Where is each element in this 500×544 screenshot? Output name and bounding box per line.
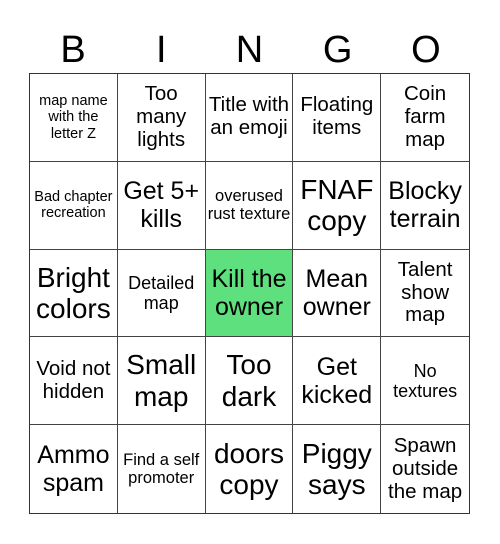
bingo-cell[interactable]: map name with the letter Z [30, 74, 118, 162]
bingo-cell[interactable]: Bright colors [30, 249, 118, 338]
bingo-cell[interactable]: Floating items [293, 74, 382, 162]
bingo-header: B I N G O [29, 28, 470, 72]
bingo-cell[interactable]: Find a self promoter [118, 425, 206, 513]
bingo-cell[interactable]: Get 5+ kills [117, 161, 206, 250]
bingo-cell[interactable]: Get kicked [293, 337, 382, 426]
bingo-cell[interactable]: Small map [117, 337, 206, 426]
header-letter-g: G [322, 29, 353, 71]
bingo-cell-marked[interactable]: Kill the owner [205, 249, 294, 338]
cell-text: Spawn outside the map [388, 433, 463, 503]
cell-text: Get 5+ kills [123, 177, 200, 234]
header-letter-i: I [156, 29, 167, 71]
cell-text: Too dark [221, 349, 277, 412]
bingo-cell[interactable]: Ammo spam [30, 425, 118, 513]
header-letter-n: N [235, 29, 264, 71]
bingo-cell[interactable]: Bad chapter recreation [30, 161, 118, 250]
cell-text: FNAF copy [300, 173, 374, 237]
cell-text: Bright colors [36, 261, 111, 324]
cell-text: Mean owner [302, 264, 371, 321]
bingo-cell[interactable]: Too dark [205, 337, 294, 426]
cell-text: doors copy [213, 437, 285, 501]
cell-text: map name with the letter Z [39, 93, 108, 142]
bingo-cell[interactable]: Void not hidden [30, 337, 118, 426]
bingo-cell[interactable]: FNAF copy [293, 161, 382, 250]
cell-text: Blocky terrain [388, 177, 462, 234]
cell-text: Coin farm map [404, 81, 447, 151]
cell-text: Detailed map [128, 272, 195, 313]
bingo-cell[interactable]: Title with an emoji [205, 74, 294, 162]
cell-text: Find a self promoter [123, 450, 200, 488]
bingo-cell[interactable]: doors copy [206, 425, 294, 513]
cell-text: overused rust texture [207, 186, 291, 224]
cell-text: Floating items [300, 93, 374, 140]
cell-text: Too many lights [136, 81, 187, 151]
bingo-cell[interactable]: Spawn outside the map [381, 425, 469, 513]
bingo-cell[interactable]: Piggy says [293, 425, 382, 513]
bingo-cell[interactable]: Too many lights [117, 74, 206, 162]
bingo-cell[interactable]: No textures [381, 337, 469, 426]
cell-text: Void not hidden [36, 356, 111, 403]
cell-text: Piggy says [301, 437, 372, 501]
cell-text: Kill the owner [211, 264, 287, 321]
header-letter-b: B [60, 29, 86, 71]
bingo-cell[interactable]: Detailed map [117, 249, 206, 338]
bingo-cell[interactable]: Coin farm map [381, 74, 469, 162]
cell-text: No textures [393, 360, 458, 401]
cell-text: Bad chapter recreation [34, 188, 113, 222]
cell-text: Ammo spam [37, 441, 110, 498]
bingo-cell[interactable]: overused rust texture [205, 161, 294, 250]
cell-text: Talent show map [397, 257, 453, 327]
bingo-cell[interactable]: Mean owner [293, 249, 382, 338]
cell-text: Get kicked [301, 352, 373, 409]
bingo-cell[interactable]: Talent show map [381, 250, 469, 338]
bingo-cell[interactable]: Blocky terrain [381, 162, 469, 250]
header-letter-o: O [411, 29, 441, 71]
cell-text: Small map [126, 349, 197, 412]
bingo-grid: map name with the letter Z Too many ligh… [29, 73, 470, 514]
cell-text: Title with an emoji [208, 93, 290, 140]
